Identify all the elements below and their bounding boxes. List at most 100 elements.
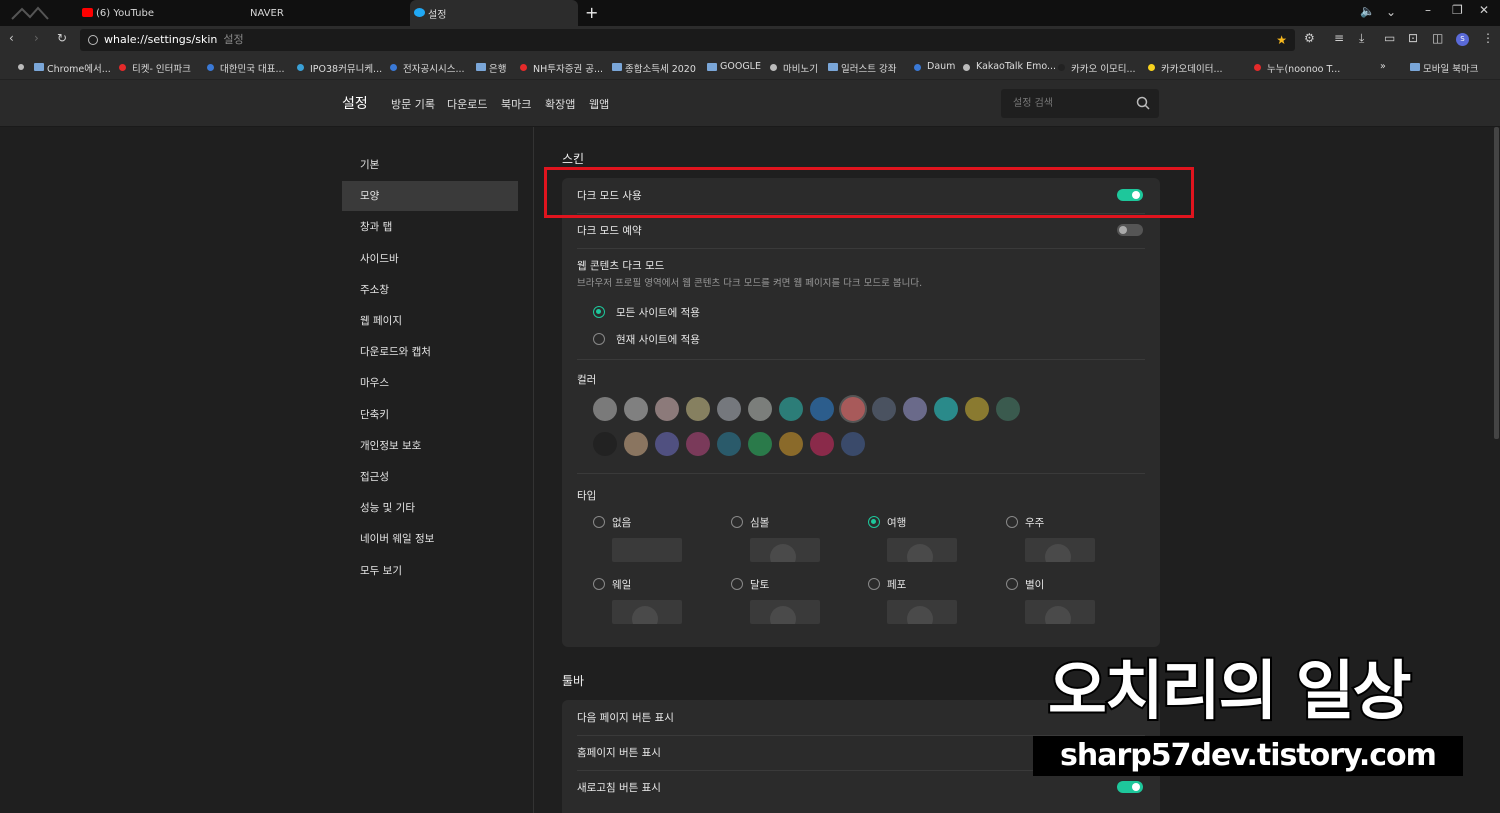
- nav-link-downloads[interactable]: 다운로드: [447, 96, 487, 112]
- bookmarks-more-button[interactable]: »: [1380, 61, 1386, 72]
- sidebar-item[interactable]: 네이버 웨일 정보: [342, 524, 518, 554]
- sidebar-item[interactable]: 창과 탭: [342, 212, 518, 242]
- bookmark-item[interactable]: 누누(noonoo T...: [1254, 61, 1340, 75]
- sidebar-item[interactable]: 웹 페이지: [342, 306, 518, 336]
- bookmark-item[interactable]: 일러스트 강좌: [828, 61, 896, 75]
- type-preview-thumbnail[interactable]: [1025, 538, 1095, 562]
- tab-settings[interactable]: 설정: [410, 0, 578, 26]
- nav-link-bookmarks[interactable]: 북마크: [501, 96, 531, 112]
- playlist-icon[interactable]: ≡: [1334, 31, 1344, 45]
- capture-icon[interactable]: ⊡: [1408, 31, 1418, 45]
- sidebar-item[interactable]: 접근성: [342, 462, 518, 492]
- back-icon[interactable]: ‹: [9, 31, 14, 45]
- color-swatch[interactable]: [934, 397, 958, 421]
- download-icon[interactable]: ⤓: [1359, 31, 1364, 46]
- type-radio[interactable]: [1006, 578, 1018, 590]
- color-swatch[interactable]: [655, 432, 679, 456]
- color-swatch[interactable]: [810, 432, 834, 456]
- volume-icon[interactable]: 🔈: [1360, 4, 1375, 18]
- color-swatch[interactable]: [872, 397, 896, 421]
- color-swatch[interactable]: [779, 432, 803, 456]
- forward-icon[interactable]: ›: [34, 31, 39, 45]
- type-radio[interactable]: [868, 516, 880, 528]
- color-swatch[interactable]: [655, 397, 679, 421]
- color-swatch[interactable]: [717, 432, 741, 456]
- type-preview-thumbnail[interactable]: [750, 600, 820, 624]
- type-radio[interactable]: [593, 516, 605, 528]
- minimize-icon[interactable]: –: [1425, 3, 1431, 17]
- type-radio[interactable]: [593, 578, 605, 590]
- sidebar-item[interactable]: 다운로드와 캡처: [342, 337, 518, 367]
- bookmark-item[interactable]: 마비노기: [770, 61, 818, 75]
- nav-link-extensions[interactable]: 확장앱: [545, 96, 575, 112]
- bookmark-item[interactable]: 티켓- 인터파크: [119, 61, 191, 75]
- sidebar-item[interactable]: 성능 및 기타: [342, 493, 518, 523]
- restore-icon[interactable]: ❐: [1452, 3, 1463, 17]
- favorite-star-icon[interactable]: ★: [1276, 29, 1287, 51]
- color-swatch[interactable]: [686, 432, 710, 456]
- bookmark-item[interactable]: 대한민국 대표...: [207, 61, 285, 75]
- color-swatch[interactable]: [717, 397, 741, 421]
- bookmark-item[interactable]: 전자공시시스...: [390, 61, 465, 75]
- extension-icon[interactable]: ⚙: [1304, 31, 1315, 45]
- color-swatch[interactable]: [903, 397, 927, 421]
- new-tab-button[interactable]: +: [585, 3, 598, 22]
- sidebar-item[interactable]: 사이드바: [342, 244, 518, 274]
- type-preview-thumbnail[interactable]: [612, 600, 682, 624]
- bookmark-item[interactable]: IPO38커뮤니케...: [297, 61, 382, 75]
- nav-link-webapps[interactable]: 웹앱: [589, 96, 609, 112]
- sidebar-item[interactable]: 개인정보 보호: [342, 431, 518, 461]
- bookmark-item[interactable]: Daum: [914, 61, 955, 72]
- tab-youtube[interactable]: (6) YouTube: [78, 0, 238, 26]
- sidebar-item[interactable]: 마우스: [342, 368, 518, 398]
- color-swatch[interactable]: [841, 432, 865, 456]
- bookmark-item[interactable]: 은행: [476, 61, 506, 75]
- sidebar-item[interactable]: 기본: [342, 150, 518, 180]
- color-swatch[interactable]: [996, 397, 1020, 421]
- bookmark-item[interactable]: 카카오 이모티...: [1058, 61, 1136, 75]
- profile-avatar[interactable]: S: [1456, 33, 1469, 46]
- bookmark-item[interactable]: NH투자증권 공...: [520, 61, 603, 75]
- scrollbar[interactable]: [1494, 127, 1499, 439]
- color-swatch[interactable]: [624, 397, 648, 421]
- menu-kebab-icon[interactable]: ⋮: [1482, 31, 1494, 45]
- type-radio[interactable]: [731, 578, 743, 590]
- type-radio[interactable]: [868, 578, 880, 590]
- type-preview-thumbnail[interactable]: [887, 538, 957, 562]
- mobile-bookmarks-folder[interactable]: 모바일 북마크: [1410, 61, 1478, 75]
- color-swatch[interactable]: [748, 432, 772, 456]
- radio-all-sites[interactable]: [593, 306, 605, 318]
- chevron-down-icon[interactable]: ⌄: [1386, 5, 1396, 19]
- type-preview-thumbnail[interactable]: [750, 538, 820, 562]
- bookmark-item[interactable]: 종합소득세 2020: [612, 61, 696, 75]
- nav-link-history[interactable]: 방문 기록: [391, 96, 435, 112]
- whale-logo-icon[interactable]: [8, 5, 60, 23]
- color-swatch[interactable]: [748, 397, 772, 421]
- search-icon[interactable]: [1136, 96, 1150, 110]
- bookmark-item[interactable]: Chrome에서...: [34, 61, 111, 75]
- settings-search-input[interactable]: 설정 검색: [1001, 89, 1159, 118]
- color-swatch[interactable]: [624, 432, 648, 456]
- type-radio[interactable]: [1006, 516, 1018, 528]
- close-icon[interactable]: ✕: [1479, 3, 1489, 17]
- type-preview-thumbnail[interactable]: [612, 538, 682, 562]
- type-radio[interactable]: [731, 516, 743, 528]
- sidebar-toggle-icon[interactable]: ▭: [1384, 31, 1395, 45]
- reload-icon[interactable]: ↻: [57, 31, 67, 45]
- bookmark-item[interactable]: KakaoTalk Emo...: [963, 61, 1056, 72]
- type-preview-thumbnail[interactable]: [1025, 600, 1095, 624]
- reload-button-toggle[interactable]: [1117, 781, 1143, 793]
- color-swatch[interactable]: [593, 432, 617, 456]
- dark-schedule-toggle[interactable]: [1117, 224, 1143, 236]
- sidebar-item[interactable]: 주소창: [342, 275, 518, 305]
- type-preview-thumbnail[interactable]: [887, 600, 957, 624]
- color-swatch[interactable]: [965, 397, 989, 421]
- color-swatch[interactable]: [593, 397, 617, 421]
- sidebar-item[interactable]: 단축키: [342, 400, 518, 430]
- color-swatch[interactable]: [841, 397, 865, 421]
- color-swatch[interactable]: [779, 397, 803, 421]
- url-field[interactable]: whale://settings/skin 설정 ★: [80, 29, 1295, 51]
- tab-naver[interactable]: NAVER: [232, 0, 402, 26]
- bookmark-item[interactable]: 카카오데이터...: [1148, 61, 1223, 75]
- split-view-icon[interactable]: ◫: [1432, 31, 1443, 45]
